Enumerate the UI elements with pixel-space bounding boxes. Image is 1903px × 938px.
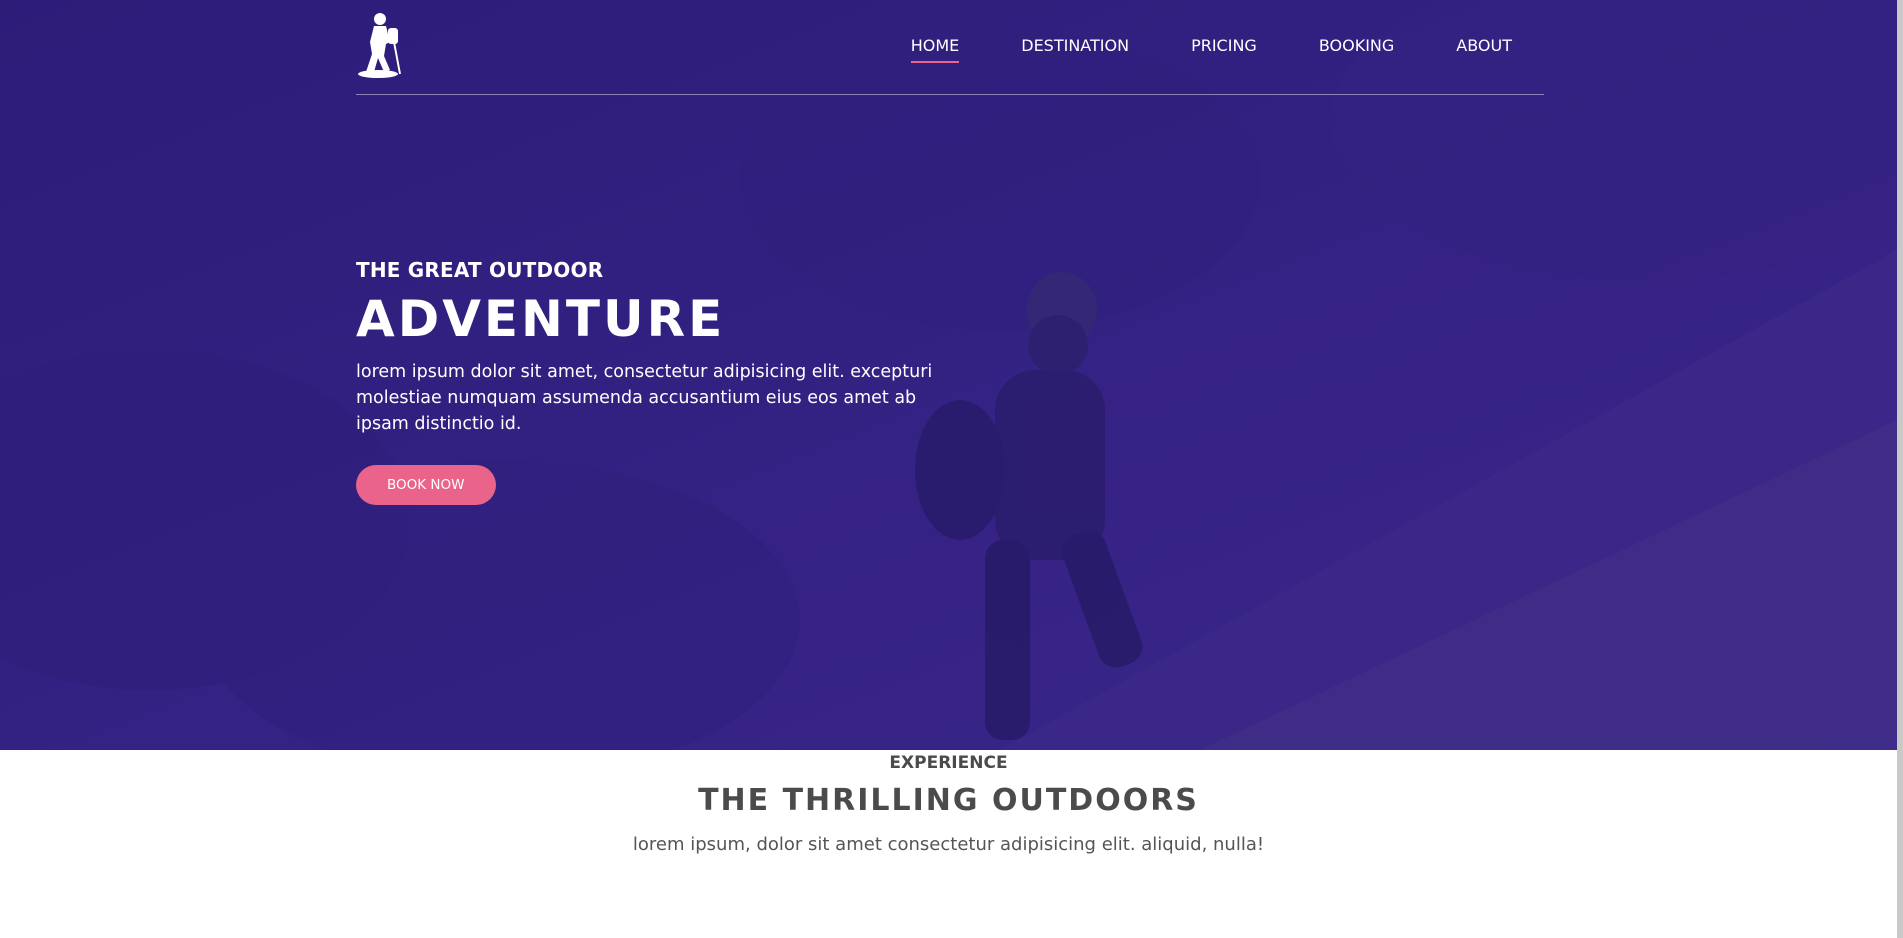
scrollbar-thumb[interactable]: [1897, 0, 1903, 938]
nav-about[interactable]: ABOUT: [1456, 36, 1512, 63]
hero-section: HOME DESTINATION PRICING BOOKING ABOUT T…: [0, 0, 1897, 750]
hero-description: lorem ipsum dolor sit amet, consectetur …: [356, 362, 933, 434]
nav-pricing[interactable]: PRICING: [1191, 36, 1257, 63]
section-label: EXPERIENCE: [889, 753, 1008, 773]
nav-booking[interactable]: BOOKING: [1319, 36, 1394, 63]
experience-section: EXPERIENCE THE THRILLING OUTDOORS lorem …: [0, 750, 1897, 855]
hero-content: THE GREAT OUTDOOR ADVENTURE lorem ipsum …: [356, 258, 976, 505]
main-nav: HOME DESTINATION PRICING BOOKING ABOUT: [849, 36, 1512, 63]
hero-title: ADVENTURE: [356, 290, 726, 348]
book-now-button[interactable]: BOOK NOW: [356, 465, 496, 505]
nav-destination[interactable]: DESTINATION: [1021, 36, 1129, 63]
hiker-icon[interactable]: [356, 12, 404, 78]
section-text: lorem ipsum, dolor sit amet consectetur …: [632, 834, 1265, 855]
scrollbar-track[interactable]: [1897, 0, 1903, 938]
section-title: THE THRILLING OUTDOORS: [698, 783, 1199, 818]
hero-subtitle: THE GREAT OUTDOOR: [356, 258, 604, 282]
nav-home[interactable]: HOME: [910, 36, 960, 63]
site-header: HOME DESTINATION PRICING BOOKING ABOUT: [356, 0, 1544, 95]
